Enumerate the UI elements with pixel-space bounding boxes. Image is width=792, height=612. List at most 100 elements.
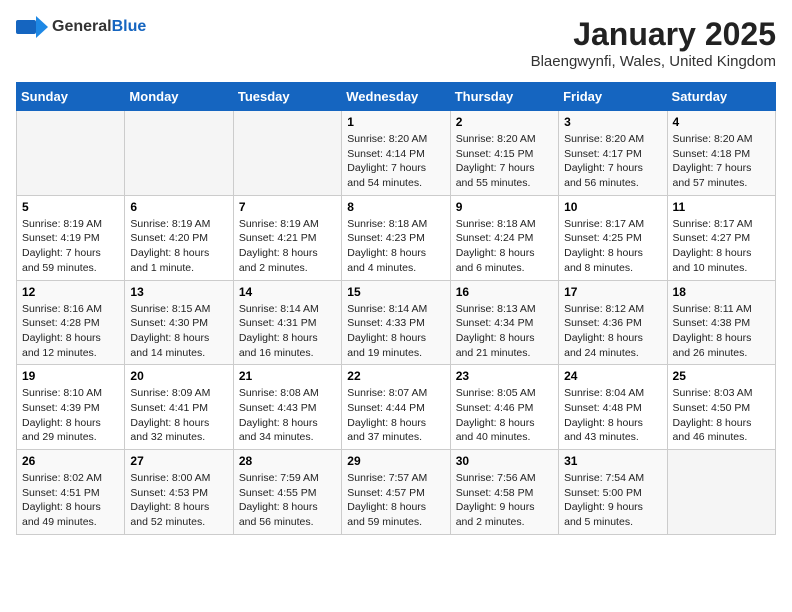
calendar-day-header: Friday (559, 83, 667, 111)
calendar-cell: 15 Sunrise: 8:14 AM Sunset: 4:33 PM Dayli… (342, 280, 450, 365)
day-number: 9 (456, 200, 553, 214)
day-info: Sunrise: 7:54 AM Sunset: 5:00 PM Dayligh… (564, 471, 661, 530)
day-info: Sunrise: 8:20 AM Sunset: 4:15 PM Dayligh… (456, 132, 553, 191)
day-info: Sunrise: 7:57 AM Sunset: 4:57 PM Dayligh… (347, 471, 444, 530)
day-info: Sunrise: 8:18 AM Sunset: 4:24 PM Dayligh… (456, 217, 553, 276)
calendar-cell: 7 Sunrise: 8:19 AM Sunset: 4:21 PM Daylig… (233, 195, 341, 280)
day-info: Sunrise: 7:56 AM Sunset: 4:58 PM Dayligh… (456, 471, 553, 530)
day-info: Sunrise: 8:20 AM Sunset: 4:14 PM Dayligh… (347, 132, 444, 191)
location: Blaengwynfi, Wales, United Kingdom (531, 53, 776, 70)
day-number: 13 (130, 285, 227, 299)
day-info: Sunrise: 8:02 AM Sunset: 4:51 PM Dayligh… (22, 471, 119, 530)
day-number: 24 (564, 369, 661, 383)
calendar-cell (233, 111, 341, 196)
day-number: 14 (239, 285, 336, 299)
calendar-cell (17, 111, 125, 196)
day-number: 15 (347, 285, 444, 299)
day-number: 10 (564, 200, 661, 214)
calendar-week-row: 5 Sunrise: 8:19 AM Sunset: 4:19 PM Daylig… (17, 195, 776, 280)
calendar-cell: 17Sunrise: 8:12 AM Sunset: 4:36 PM Dayli… (559, 280, 667, 365)
calendar-cell: 3 Sunrise: 8:20 AM Sunset: 4:17 PM Daylig… (559, 111, 667, 196)
calendar-cell: 16 Sunrise: 8:13 AM Sunset: 4:34 PM Dayli… (450, 280, 558, 365)
day-number: 4 (673, 115, 770, 129)
day-info: Sunrise: 8:19 AM Sunset: 4:19 PM Dayligh… (22, 217, 119, 276)
calendar-cell: 28 Sunrise: 7:59 AM Sunset: 4:55 PM Dayli… (233, 450, 341, 535)
calendar-cell: 10 Sunrise: 8:17 AM Sunset: 4:25 PM Dayli… (559, 195, 667, 280)
day-number: 7 (239, 200, 336, 214)
calendar-cell (125, 111, 233, 196)
calendar-cell: 23Sunrise: 8:05 AM Sunset: 4:46 PM Dayli… (450, 365, 558, 450)
calendar-cell: 13 Sunrise: 8:15 AM Sunset: 4:30 PM Dayli… (125, 280, 233, 365)
day-number: 20 (130, 369, 227, 383)
day-number: 28 (239, 454, 336, 468)
calendar-cell: 22 Sunrise: 8:07 AM Sunset: 4:44 PM Dayli… (342, 365, 450, 450)
calendar-day-header: Wednesday (342, 83, 450, 111)
calendar-cell: 12 Sunrise: 8:16 AM Sunset: 4:28 PM Dayli… (17, 280, 125, 365)
day-number: 27 (130, 454, 227, 468)
calendar-cell: 2Sunrise: 8:20 AM Sunset: 4:15 PM Daylig… (450, 111, 558, 196)
day-info: Sunrise: 8:17 AM Sunset: 4:25 PM Dayligh… (564, 217, 661, 276)
day-info: Sunrise: 8:03 AM Sunset: 4:50 PM Dayligh… (673, 386, 770, 445)
day-info: Sunrise: 8:16 AM Sunset: 4:28 PM Dayligh… (22, 302, 119, 361)
calendar-cell: 5 Sunrise: 8:19 AM Sunset: 4:19 PM Daylig… (17, 195, 125, 280)
page-header: GeneralBlue January 2025 Blaengwynfi, Wa… (16, 16, 776, 70)
month-title: January 2025 (531, 16, 776, 53)
day-number: 30 (456, 454, 553, 468)
day-info: Sunrise: 8:15 AM Sunset: 4:30 PM Dayligh… (130, 302, 227, 361)
logo-icon (16, 16, 48, 38)
calendar-cell: 11 Sunrise: 8:17 AM Sunset: 4:27 PM Dayli… (667, 195, 775, 280)
calendar-cell: 8Sunrise: 8:18 AM Sunset: 4:23 PM Daylig… (342, 195, 450, 280)
day-info: Sunrise: 8:20 AM Sunset: 4:17 PM Dayligh… (564, 132, 661, 191)
calendar-day-header: Sunday (17, 83, 125, 111)
day-info: Sunrise: 8:10 AM Sunset: 4:39 PM Dayligh… (22, 386, 119, 445)
day-info: Sunrise: 8:19 AM Sunset: 4:21 PM Dayligh… (239, 217, 336, 276)
calendar-table: SundayMondayTuesdayWednesdayThursdayFrid… (16, 82, 776, 535)
day-info: Sunrise: 8:12 AM Sunset: 4:36 PM Dayligh… (564, 302, 661, 361)
day-info: Sunrise: 8:08 AM Sunset: 4:43 PM Dayligh… (239, 386, 336, 445)
day-info: Sunrise: 8:11 AM Sunset: 4:38 PM Dayligh… (673, 302, 770, 361)
day-number: 18 (673, 285, 770, 299)
logo-blue: Blue (112, 18, 147, 35)
day-number: 3 (564, 115, 661, 129)
logo-general: General (52, 18, 112, 35)
day-number: 29 (347, 454, 444, 468)
day-number: 11 (673, 200, 770, 214)
calendar-cell: 19 Sunrise: 8:10 AM Sunset: 4:39 PM Dayli… (17, 365, 125, 450)
logo: GeneralBlue (16, 16, 146, 38)
day-info: Sunrise: 8:13 AM Sunset: 4:34 PM Dayligh… (456, 302, 553, 361)
calendar-cell: 20 Sunrise: 8:09 AM Sunset: 4:41 PM Dayli… (125, 365, 233, 450)
calendar-day-header: Saturday (667, 83, 775, 111)
day-info: Sunrise: 8:19 AM Sunset: 4:20 PM Dayligh… (130, 217, 227, 276)
day-number: 5 (22, 200, 119, 214)
calendar-week-row: 1 Sunrise: 8:20 AM Sunset: 4:14 PM Daylig… (17, 111, 776, 196)
calendar-cell: 31 Sunrise: 7:54 AM Sunset: 5:00 PM Dayli… (559, 450, 667, 535)
day-info: Sunrise: 8:14 AM Sunset: 4:33 PM Dayligh… (347, 302, 444, 361)
day-info: Sunrise: 8:07 AM Sunset: 4:44 PM Dayligh… (347, 386, 444, 445)
day-info: Sunrise: 8:17 AM Sunset: 4:27 PM Dayligh… (673, 217, 770, 276)
calendar-day-header: Tuesday (233, 83, 341, 111)
calendar-day-header: Monday (125, 83, 233, 111)
day-info: Sunrise: 8:09 AM Sunset: 4:41 PM Dayligh… (130, 386, 227, 445)
calendar-cell: 25Sunrise: 8:03 AM Sunset: 4:50 PM Dayli… (667, 365, 775, 450)
calendar-cell: 24Sunrise: 8:04 AM Sunset: 4:48 PM Dayli… (559, 365, 667, 450)
day-number: 26 (22, 454, 119, 468)
calendar-cell (667, 450, 775, 535)
day-number: 8 (347, 200, 444, 214)
calendar-cell: 18 Sunrise: 8:11 AM Sunset: 4:38 PM Dayli… (667, 280, 775, 365)
day-number: 19 (22, 369, 119, 383)
day-info: Sunrise: 7:59 AM Sunset: 4:55 PM Dayligh… (239, 471, 336, 530)
calendar-day-header: Thursday (450, 83, 558, 111)
calendar-cell: 21Sunrise: 8:08 AM Sunset: 4:43 PM Dayli… (233, 365, 341, 450)
calendar-week-row: 26 Sunrise: 8:02 AM Sunset: 4:51 PM Dayli… (17, 450, 776, 535)
day-number: 23 (456, 369, 553, 383)
day-number: 31 (564, 454, 661, 468)
day-number: 1 (347, 115, 444, 129)
day-info: Sunrise: 8:14 AM Sunset: 4:31 PM Dayligh… (239, 302, 336, 361)
day-number: 12 (22, 285, 119, 299)
day-number: 16 (456, 285, 553, 299)
day-info: Sunrise: 8:20 AM Sunset: 4:18 PM Dayligh… (673, 132, 770, 191)
calendar-cell: 6 Sunrise: 8:19 AM Sunset: 4:20 PM Daylig… (125, 195, 233, 280)
day-number: 22 (347, 369, 444, 383)
day-number: 6 (130, 200, 227, 214)
calendar-cell: 1 Sunrise: 8:20 AM Sunset: 4:14 PM Daylig… (342, 111, 450, 196)
